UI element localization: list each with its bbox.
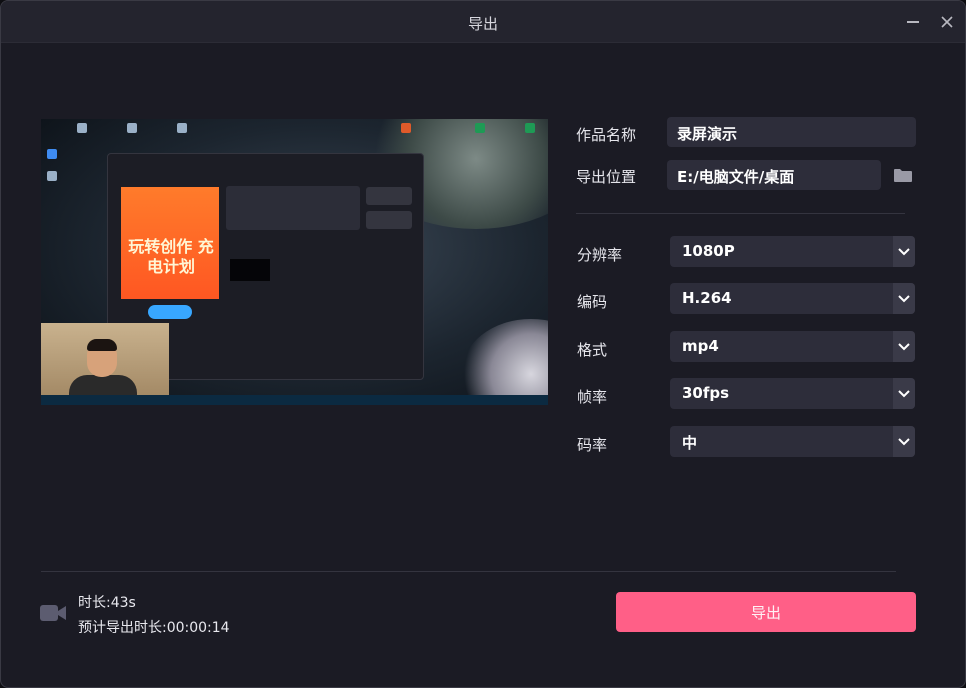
preview-side-button — [366, 211, 412, 229]
export-dialog: 导出 玩转创作 充电计划 作品名称 录屏演示 导出位置 E:/电脑文件/桌面 分… — [0, 0, 966, 688]
dialog-title: 导出 — [467, 15, 498, 33]
preview-banner-text: 玩转创作 充电计划 — [128, 237, 214, 276]
close-icon — [941, 16, 953, 28]
desktop-icon — [77, 123, 87, 133]
framerate-value: 30fps — [682, 384, 730, 402]
format-label: 格式 — [577, 341, 608, 359]
desktop-icon — [47, 149, 57, 159]
close-button[interactable] — [936, 11, 958, 33]
minimize-button[interactable] — [902, 11, 924, 33]
desktop-icon — [401, 123, 411, 133]
codec-label: 编码 — [577, 293, 608, 311]
resolution-value: 1080P — [682, 242, 735, 260]
work-name-label: 作品名称 — [576, 126, 637, 144]
export-location-input[interactable]: E:/电脑文件/桌面 — [667, 160, 881, 190]
video-camera-icon — [40, 605, 66, 621]
bitrate-select[interactable]: 中 — [670, 426, 915, 457]
work-name-input[interactable]: 录屏演示 — [667, 117, 916, 147]
desktop-icon — [475, 123, 485, 133]
person-hair — [87, 339, 117, 351]
preview-blossom — [461, 319, 548, 405]
desktop-icon — [127, 123, 137, 133]
codec-value: H.264 — [682, 289, 732, 307]
chevron-down-icon[interactable] — [893, 236, 915, 267]
duration-text: 时长:43s — [78, 595, 136, 611]
codec-select[interactable]: H.264 — [670, 283, 915, 314]
resolution-label: 分辨率 — [577, 246, 623, 264]
framerate-select[interactable]: 30fps — [670, 378, 915, 409]
preview-card — [226, 186, 360, 230]
footer-divider — [41, 571, 896, 572]
preview-thumbnail — [230, 259, 270, 281]
estimated-time-text: 预计导出时长:00:00:14 — [78, 620, 230, 636]
chevron-down-icon[interactable] — [893, 378, 915, 409]
export-button[interactable]: 导出 — [616, 592, 916, 632]
preview-banner-button — [148, 305, 192, 319]
video-preview[interactable]: 玩转创作 充电计划 — [41, 119, 548, 405]
bitrate-value: 中 — [682, 434, 698, 452]
framerate-label: 帧率 — [577, 388, 608, 406]
title-bar[interactable]: 导出 — [1, 1, 965, 43]
preview-banner: 玩转创作 充电计划 — [121, 187, 219, 299]
desktop-icon — [525, 123, 535, 133]
export-location-label: 导出位置 — [576, 168, 637, 186]
desktop-icon — [47, 171, 57, 181]
minimize-icon — [907, 21, 919, 23]
format-value: mp4 — [682, 337, 719, 355]
preview-webcam-overlay — [41, 323, 169, 399]
preview-side-button — [366, 187, 412, 205]
resolution-select[interactable]: 1080P — [670, 236, 915, 267]
section-divider — [576, 213, 905, 214]
bitrate-label: 码率 — [577, 436, 608, 454]
desktop-icon — [177, 123, 187, 133]
chevron-down-icon[interactable] — [893, 426, 915, 457]
preview-taskbar — [41, 395, 548, 405]
chevron-down-icon[interactable] — [893, 283, 915, 314]
format-select[interactable]: mp4 — [670, 331, 915, 362]
folder-icon[interactable] — [893, 167, 913, 183]
chevron-down-icon[interactable] — [893, 331, 915, 362]
